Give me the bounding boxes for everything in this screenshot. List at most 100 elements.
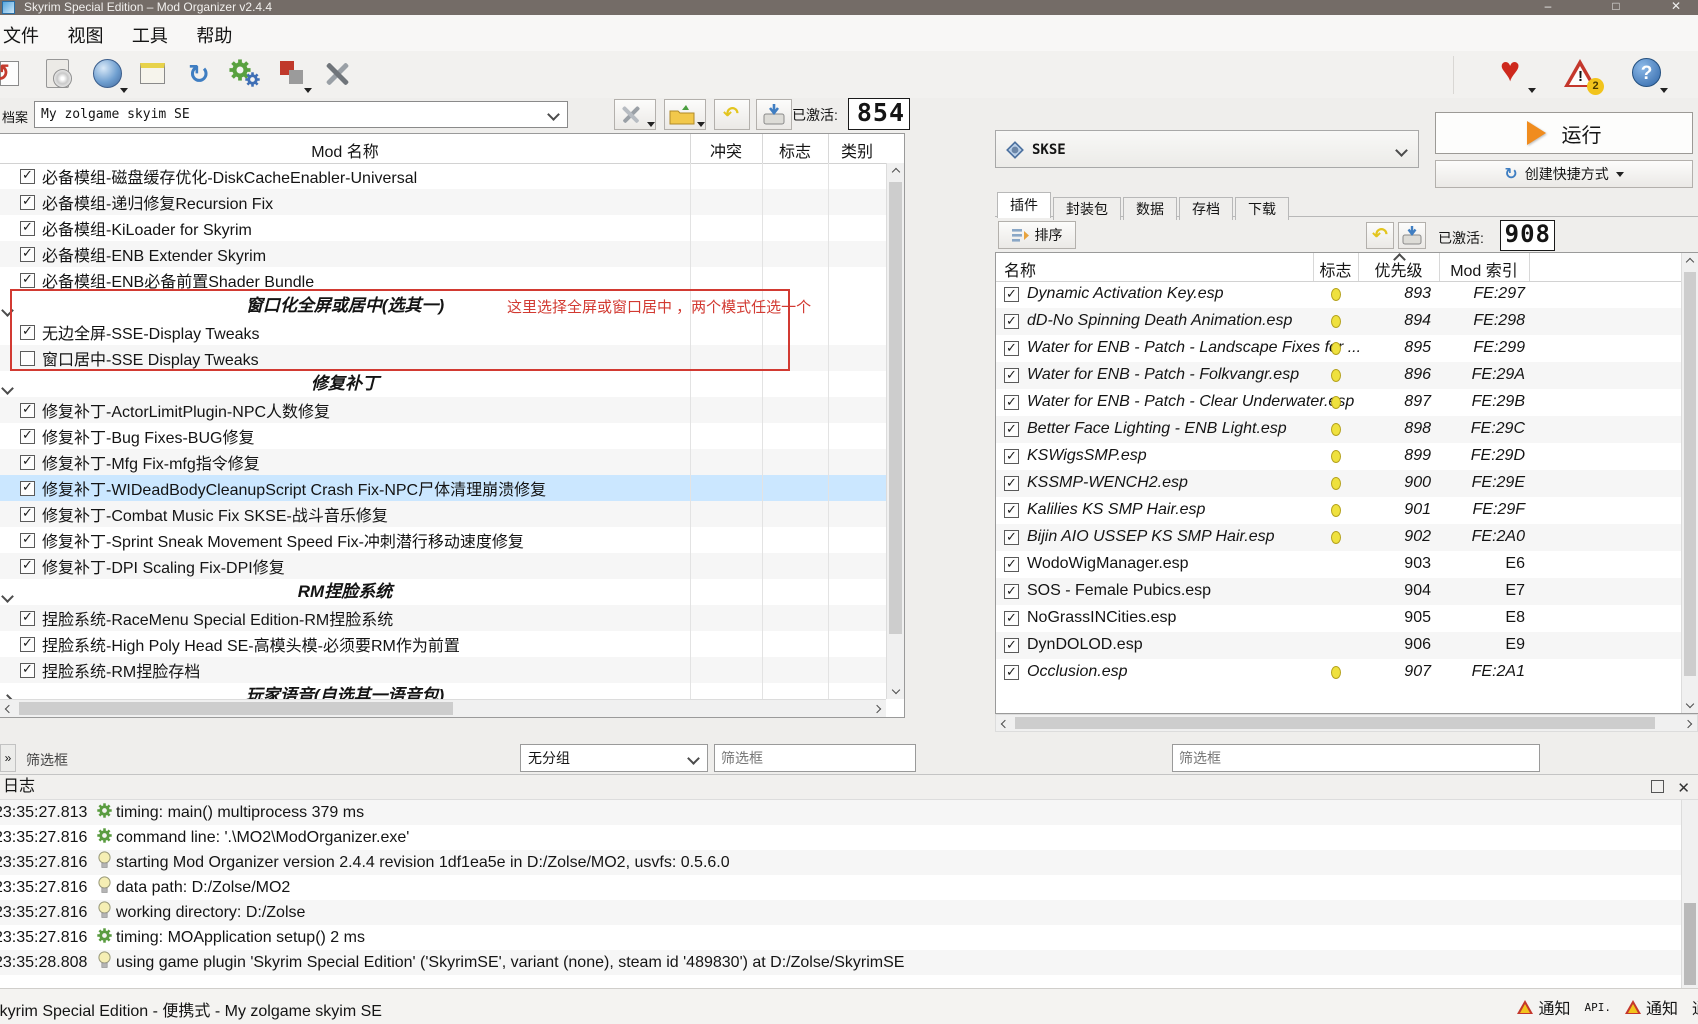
mod-separator-row[interactable]: 修复补丁 (0, 371, 886, 397)
scroll-left-button[interactable] (0, 700, 18, 718)
plugin-row[interactable]: SOS - Female Pubics.esp904E7 (996, 578, 1681, 605)
refresh-icon[interactable]: ↻ (182, 55, 222, 95)
mod-filter-input[interactable] (714, 744, 916, 772)
plugin-row[interactable]: WodoWigManager.esp903E6 (996, 551, 1681, 578)
menu-view[interactable]: 视图 (55, 15, 115, 48)
plugin-checkbox[interactable] (1004, 287, 1019, 302)
plugin-checkbox[interactable] (1004, 557, 1019, 572)
plugin-list-horizontal-scrollbar[interactable] (995, 714, 1698, 732)
plugin-row[interactable]: Dynamic Activation Key.esp893FE:297 (996, 281, 1681, 308)
settings-gears-icon[interactable] (226, 55, 266, 95)
scroll-right-button[interactable] (1679, 715, 1697, 733)
menu-file[interactable]: 文件 (0, 15, 51, 48)
plugin-list-vertical-scrollbar[interactable] (1681, 253, 1698, 713)
expander-icon[interactable] (3, 302, 12, 320)
plugin-row[interactable]: Water for ENB - Patch - Clear Underwater… (996, 389, 1681, 416)
plugin-row[interactable]: Bijin AIO USSEP KS SMP Hair.esp902FE:2A0 (996, 524, 1681, 551)
mod-checkbox[interactable] (20, 403, 35, 418)
plugin-row[interactable]: Water for ENB - Patch - Landscape Fixes … (996, 335, 1681, 362)
profile-select[interactable]: My zolgame skyim SE (34, 101, 568, 128)
status-notification-3[interactable]: 通 (1692, 995, 1698, 1019)
modify-executables-button[interactable] (614, 99, 656, 130)
mod-checkbox[interactable] (20, 559, 35, 574)
mod-checkbox[interactable] (20, 169, 35, 184)
plugin-row[interactable]: Occlusion.esp907FE:2A1 (996, 659, 1681, 686)
mod-list-vertical-scrollbar[interactable] (886, 163, 904, 699)
mod-row[interactable]: 修复补丁-Mfg Fix-mfg指令修复 (0, 449, 886, 475)
column-plugin-flags[interactable]: 标志 (1313, 257, 1358, 281)
support-heart-icon[interactable]: ♥ (1496, 55, 1536, 95)
maximize-button[interactable]: □ (1596, 0, 1636, 15)
menu-help[interactable]: 帮助 (184, 15, 244, 48)
mod-row[interactable]: 修复补丁-DPI Scaling Fix-DPI修复 (0, 553, 886, 579)
mod-row[interactable]: 修复补丁-WIDeadBodyCleanupScript Crash Fix-N… (0, 475, 886, 501)
mod-row[interactable]: 捏脸系统-RaceMenu Special Edition-RM捏脸系统 (0, 605, 886, 631)
scrollbar-thumb[interactable] (889, 182, 902, 634)
scroll-right-button[interactable] (868, 700, 886, 718)
scroll-up-button[interactable] (1681, 253, 1698, 271)
status-notification-1[interactable]: API. (1584, 1001, 1611, 1014)
scrollbar-thumb[interactable] (1015, 717, 1655, 729)
mod-checkbox[interactable] (20, 351, 35, 366)
mod-checkbox[interactable] (20, 533, 35, 548)
plugin-checkbox[interactable] (1004, 395, 1019, 410)
plugin-row[interactable]: DynDOLOD.esp906E9 (996, 632, 1681, 659)
mod-separator-row[interactable]: RM捏脸系统 (0, 579, 886, 605)
scrollbar-thumb[interactable] (19, 702, 453, 715)
plugin-undo-button[interactable]: ↶ (1366, 222, 1394, 249)
mod-checkbox[interactable] (20, 455, 35, 470)
scroll-down-button[interactable] (887, 681, 905, 699)
plugin-row[interactable]: NoGrassINCities.esp905E8 (996, 605, 1681, 632)
filter-expand-button[interactable]: » (0, 744, 16, 772)
plugin-checkbox[interactable] (1004, 422, 1019, 437)
tab-2[interactable]: 数据 (1123, 197, 1177, 220)
log-panel-header[interactable]: 日志 ✕ (0, 775, 1698, 800)
mod-row[interactable]: 必备模组-递归修复Recursion Fix (0, 189, 886, 215)
mod-row[interactable]: 捏脸系统-High Poly Head SE-高模头模-必须要RM作为前置 (0, 631, 886, 657)
help-icon[interactable]: ? (1628, 55, 1668, 95)
mod-row[interactable]: 无边全屏-SSE-Display Tweaks (0, 319, 886, 345)
install-mod-icon[interactable]: ↺ (0, 55, 30, 95)
scroll-left-button[interactable] (996, 715, 1014, 733)
column-plugin-name[interactable]: 名称 (1004, 257, 1036, 281)
mod-row[interactable]: 修复补丁-Sprint Sneak Movement Speed Fix-冲刺潜… (0, 527, 886, 553)
refresh-list-button[interactable] (756, 99, 792, 130)
plugin-checkbox[interactable] (1004, 584, 1019, 599)
expander-icon[interactable] (3, 692, 12, 699)
plugin-filter-input[interactable] (1172, 744, 1540, 772)
plugin-row[interactable]: Water for ENB - Patch - Folkvangr.esp896… (996, 362, 1681, 389)
mod-row[interactable]: 捏脸系统-RM捏脸存档 (0, 657, 886, 683)
plugin-checkbox[interactable] (1004, 449, 1019, 464)
scrollbar-thumb[interactable] (1684, 903, 1696, 985)
mod-checkbox[interactable] (20, 247, 35, 262)
mod-checkbox[interactable] (20, 481, 35, 496)
expander-icon[interactable] (3, 380, 12, 398)
run-button[interactable]: 运行 (1435, 112, 1693, 154)
plugin-checkbox[interactable] (1004, 341, 1019, 356)
group-by-select[interactable]: 无分组 (520, 744, 708, 772)
plugin-checkbox[interactable] (1004, 665, 1019, 680)
status-notification-0[interactable]: 通知 (1517, 995, 1570, 1019)
plugin-row[interactable]: KSSMP-WENCH2.esp900FE:29E (996, 470, 1681, 497)
mod-separator-row[interactable]: 窗口化全屏或居中(选其一) (0, 293, 886, 319)
mod-checkbox[interactable] (20, 221, 35, 236)
mod-checkbox[interactable] (20, 273, 35, 288)
mod-row[interactable]: 修复补丁-Bug Fixes-BUG修复 (0, 423, 886, 449)
mod-row[interactable]: 必备模组-磁盘缓存优化-DiskCacheEnabler-Universal (0, 163, 886, 189)
open-folder-button[interactable] (664, 99, 706, 130)
mod-separator-row[interactable]: 玩家语音(自选其一语音包) (0, 683, 886, 699)
plugin-checkbox[interactable] (1004, 314, 1019, 329)
plugin-checkbox[interactable] (1004, 638, 1019, 653)
plugin-checkbox[interactable] (1004, 368, 1019, 383)
mod-checkbox[interactable] (20, 637, 35, 652)
tab-4[interactable]: 下载 (1235, 197, 1289, 220)
tab-3[interactable]: 存档 (1179, 197, 1233, 220)
scroll-up-button[interactable] (887, 163, 905, 181)
mod-checkbox[interactable] (20, 611, 35, 626)
mod-checkbox[interactable] (20, 663, 35, 678)
column-mod-index[interactable]: Mod 索引 (1439, 257, 1529, 281)
minimize-button[interactable]: – (1528, 0, 1568, 15)
close-button[interactable]: ✕ (1656, 0, 1696, 15)
create-shortcut-button[interactable]: ↻ 创建快捷方式 (1435, 160, 1693, 188)
notifications-warning-icon[interactable]: !2 (1560, 55, 1600, 95)
